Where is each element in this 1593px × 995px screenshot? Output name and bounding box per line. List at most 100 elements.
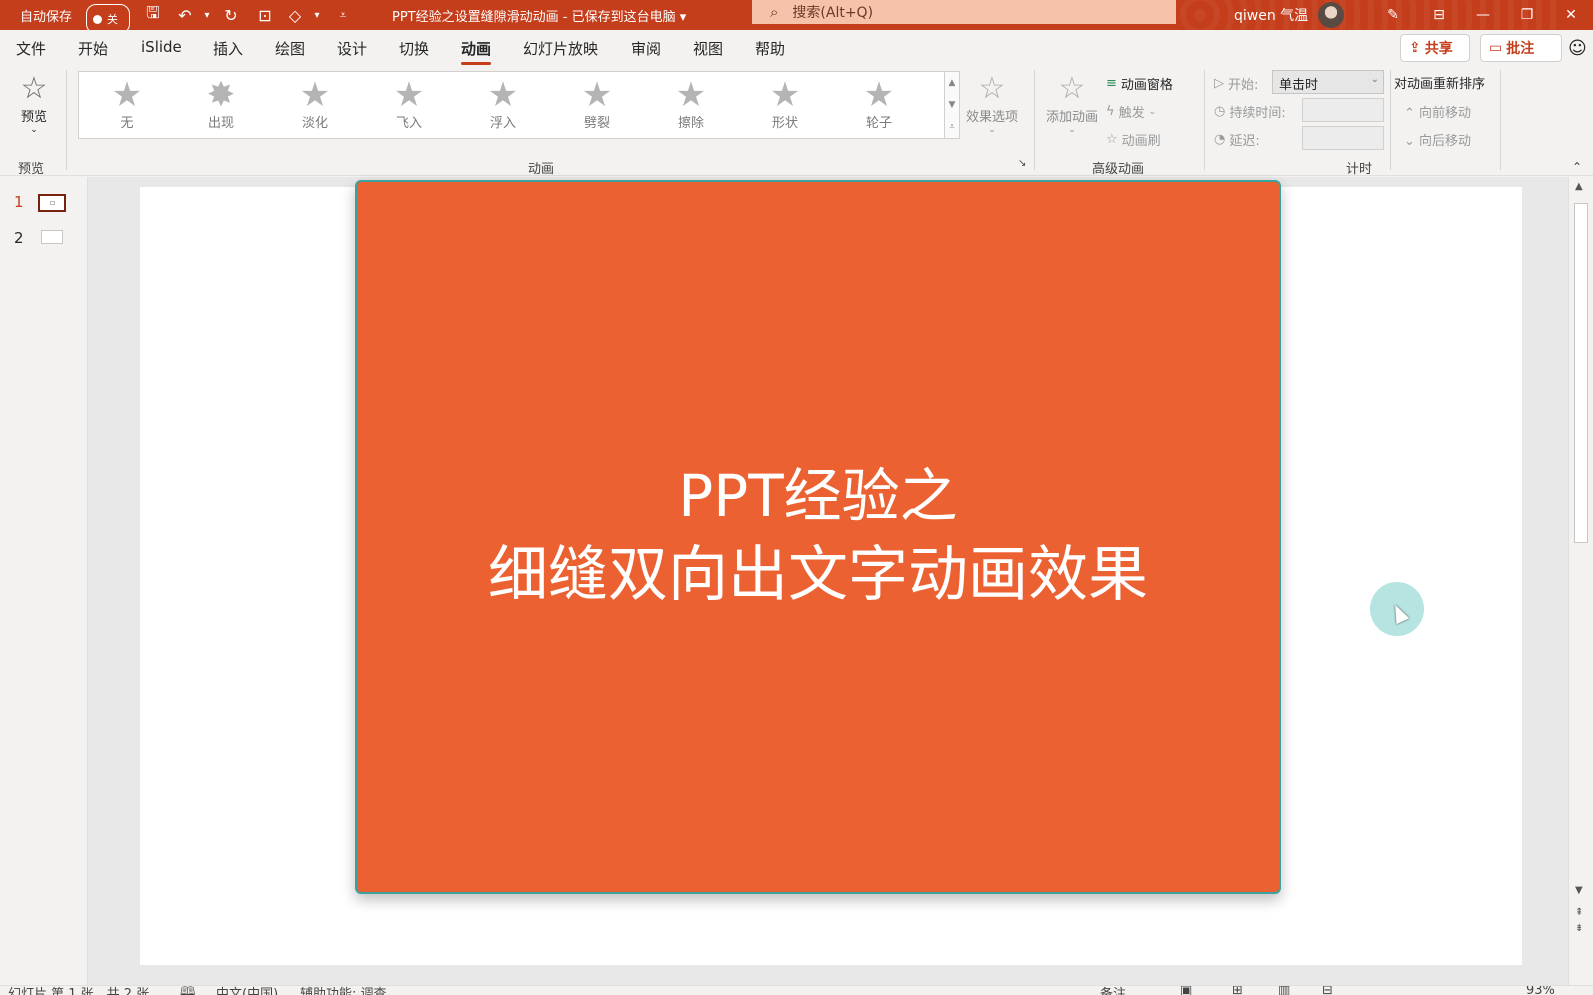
shapes-icon[interactable]: ◇ [284, 0, 306, 30]
scroll-down-icon[interactable]: ▼ [949, 100, 956, 110]
slide-number: 1 [14, 193, 24, 211]
animation-pane-button[interactable]: ≡ 动画窗格 [1106, 74, 1173, 93]
effect-options-label: 效果选项 [965, 110, 1018, 125]
animation-label: 劈裂 [583, 116, 610, 131]
zoom-level[interactable]: 93% [1526, 986, 1555, 995]
animation-fly-in[interactable]: ★ 飞入 [379, 78, 439, 131]
animation-appear[interactable]: ✸ 出现 [191, 78, 251, 131]
animation-fade[interactable]: ★ 淡化 [285, 78, 345, 131]
move-later-button[interactable]: ⌄ 向后移动 [1404, 130, 1471, 149]
animation-float-in[interactable]: ★ 浮入 [473, 78, 533, 131]
group-label-timing: 计时 [1346, 162, 1373, 177]
slide-1[interactable]: PPT经验之 细缝双向出文字动画效果 [355, 180, 1281, 894]
redo-icon[interactable]: ↻ [220, 0, 242, 30]
slide-number: 2 [14, 229, 24, 247]
reading-view-icon[interactable]: ▥ [1278, 986, 1290, 995]
move-earlier-button[interactable]: ⌃ 向前移动 [1404, 102, 1471, 121]
language[interactable]: 中文(中国) [216, 986, 278, 995]
tab-animations[interactable]: 动画 [461, 38, 492, 65]
feedback-smile-icon[interactable]: ☺ [1568, 38, 1587, 59]
accessibility[interactable]: 辅助功能: 调查 [300, 986, 387, 995]
ribbon-display-icon[interactable]: ⊟ [1424, 0, 1454, 30]
animation-wheel[interactable]: ★ 轮子 [849, 78, 909, 131]
mini-content [50, 201, 55, 205]
share-button[interactable]: ⇪ 共享 [1400, 34, 1470, 62]
undo-icon[interactable]: ↶ [174, 0, 196, 30]
slide-thumbnail-2[interactable] [41, 230, 63, 244]
star-icon: ★ [675, 75, 707, 115]
tab-islide[interactable]: iSlide [141, 38, 182, 56]
animation-label: 浮入 [489, 116, 516, 131]
duration-input[interactable] [1302, 98, 1384, 122]
slide-thumbnail-1[interactable] [38, 194, 66, 212]
document-title[interactable]: PPT经验之设置缝隙滑动动画 - 已保存到这台电脑 ▾ [392, 0, 686, 30]
add-animation-button[interactable]: ☆ 添加动画 ⌄ [1042, 72, 1102, 136]
tab-insert[interactable]: 插入 [213, 38, 243, 59]
dialog-launcher-icon[interactable]: ↘ [1018, 158, 1026, 169]
slide-title-line1[interactable]: PPT经验之 [678, 458, 957, 534]
gallery-more-icon[interactable]: ⩡ [949, 122, 954, 132]
group-separator [1204, 70, 1205, 170]
animation-split[interactable]: ★ 劈裂 [567, 78, 627, 131]
tab-file[interactable]: 文件 [16, 38, 46, 59]
star-burst-icon: ✸ [206, 75, 236, 115]
present-icon[interactable]: ⊡ [254, 0, 276, 30]
save-icon[interactable]: 🖫 [142, 0, 164, 30]
slide-sorter-icon[interactable]: ⊞ [1232, 986, 1243, 995]
scroll-up-icon[interactable]: ▲ [1575, 181, 1583, 192]
start-label: 开始: [1228, 78, 1259, 93]
scroll-up-icon[interactable]: ▲ [949, 78, 956, 88]
avatar[interactable] [1318, 2, 1344, 28]
tab-review[interactable]: 审阅 [631, 38, 661, 59]
pen-icon[interactable]: ✎ [1378, 0, 1408, 30]
animation-none[interactable]: ★ 无 [97, 78, 157, 131]
spellcheck-icon[interactable]: 🕮 [180, 986, 195, 995]
comment-button[interactable]: ▭ 批注 [1480, 34, 1562, 62]
group-label-animation: 动画 [528, 162, 555, 177]
animation-shape[interactable]: ★ 形状 [755, 78, 815, 131]
restore-icon[interactable]: ❐ [1512, 0, 1542, 30]
search-icon: ⌕ [770, 3, 779, 21]
chevron-down-icon: ⌄ [1148, 106, 1157, 117]
lightning-icon: ϟ [1106, 104, 1115, 119]
customize-toolbar-icon[interactable]: ⩡ [332, 0, 354, 30]
slide-title-line2[interactable]: 细缝双向出文字动画效果 [488, 534, 1148, 616]
user-name[interactable]: qiwen 气温 [1234, 0, 1308, 30]
scroll-down-icon[interactable]: ▼ [1575, 885, 1583, 896]
shapes-dropdown-icon[interactable]: ▾ [306, 0, 328, 30]
trigger-button[interactable]: ϟ 触发 ⌄ [1106, 102, 1156, 121]
animation-label: 无 [120, 116, 134, 131]
undo-dropdown-icon[interactable]: ▾ [196, 0, 218, 30]
tab-slideshow[interactable]: 幻灯片放映 [523, 38, 598, 59]
tab-home[interactable]: 开始 [78, 38, 108, 59]
preview-button[interactable]: ☆ 预览 ⌄ [12, 71, 56, 136]
slide-thumbnails: 1 2 [0, 177, 88, 985]
close-icon[interactable]: ✕ [1556, 0, 1586, 30]
notes-button[interactable]: 备注 [1100, 986, 1126, 995]
scroll-thumb[interactable] [1574, 203, 1588, 543]
painter-icon: ☆ [1106, 132, 1118, 147]
tab-help[interactable]: 帮助 [755, 38, 785, 59]
slide-info: 幻灯片 第 1 张，共 2 张 [8, 987, 150, 995]
effect-options-button[interactable]: ☆ 效果选项 ⌄ [962, 72, 1022, 136]
tab-design[interactable]: 设计 [337, 38, 367, 59]
vertical-scrollbar[interactable]: ▲ ▼ ⇞ ⇟ [1568, 177, 1593, 985]
start-select[interactable]: 单击时 ⌄ [1272, 70, 1384, 94]
previous-slide-icon[interactable]: ⇞ [1575, 907, 1583, 918]
preview-star-icon: ☆ [20, 71, 48, 106]
collapse-ribbon-icon[interactable]: ⌃ [1572, 160, 1582, 174]
tab-draw[interactable]: 绘图 [275, 38, 305, 59]
tab-view[interactable]: 视图 [693, 38, 723, 59]
search-box[interactable]: ⌕ 搜索(Alt+Q) [752, 0, 1176, 24]
animation-wipe[interactable]: ★ 擦除 [661, 78, 721, 131]
next-slide-icon[interactable]: ⇟ [1575, 923, 1583, 934]
delay-input[interactable] [1302, 126, 1384, 150]
slideshow-view-icon[interactable]: ⊟ [1322, 986, 1333, 995]
minimize-icon[interactable]: — [1468, 0, 1498, 30]
normal-view-icon[interactable]: ▣ [1180, 986, 1192, 995]
tab-transitions[interactable]: 切换 [399, 38, 429, 59]
gallery-scroll[interactable]: ▲ ▼ ⩡ [944, 71, 960, 139]
toggle-knob-icon [93, 14, 102, 24]
animation-painter-button[interactable]: ☆ 动画刷 [1106, 130, 1161, 149]
comment-label: 批注 [1506, 41, 1535, 57]
